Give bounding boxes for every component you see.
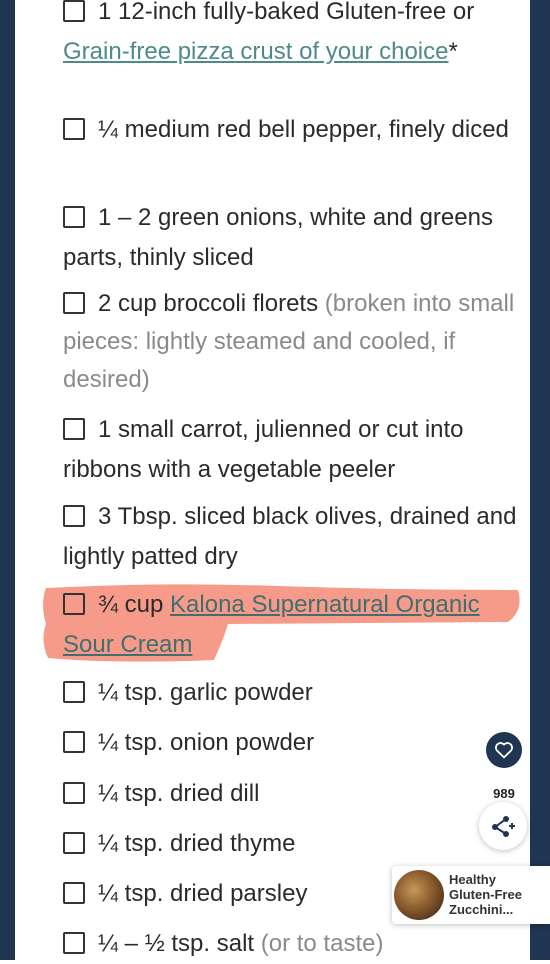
favorite-button[interactable] <box>486 732 522 768</box>
ingredient-text: ¾ cup <box>98 591 171 618</box>
share-button[interactable] <box>479 802 527 850</box>
related-post-card[interactable]: Healthy Gluten-Free Zucchini... <box>392 866 550 924</box>
ingredient-text: 3 Tbsp. sliced black olives, drained and… <box>63 503 517 570</box>
ingredient-item: ¼ tsp. garlic powder <box>63 673 518 713</box>
ingredient-checkbox[interactable] <box>63 292 85 314</box>
ingredient-checkbox[interactable] <box>63 832 85 854</box>
ingredient-text: ¼ tsp. garlic powder <box>98 679 313 706</box>
ingredient-text: ¼ tsp. onion powder <box>98 729 315 756</box>
ingredient-checkbox[interactable] <box>63 418 85 440</box>
ingredient-checkbox[interactable] <box>63 505 85 527</box>
left-border <box>0 0 15 960</box>
ingredient-text: 1 12-inch fully-baked Gluten-free or <box>98 0 475 25</box>
related-post-title: Healthy Gluten-Free Zucchini... <box>449 872 522 917</box>
ingredient-item: 2 cup broccoli florets (broken into smal… <box>63 285 518 399</box>
ingredient-checkbox[interactable] <box>63 0 85 22</box>
heart-icon <box>495 742 513 759</box>
ingredient-item: ¼ medium red bell pepper, finely diced <box>63 110 518 150</box>
ingredient-text: ¼ tsp. dried parsley <box>98 880 308 907</box>
share-count: 989 <box>493 786 515 801</box>
ingredient-text: 1 – 2 green onions, white and greens par… <box>63 204 493 271</box>
ingredient-item: ¼ tsp. dried dill <box>63 774 518 814</box>
ingredient-checkbox[interactable] <box>63 681 85 703</box>
ingredient-checkbox[interactable] <box>63 782 85 804</box>
ingredient-item: ¼ tsp. dried thyme <box>63 824 518 864</box>
ingredient-note: (or to taste) <box>260 930 384 957</box>
ingredient-text: 1 small carrot, julienned or cut into ri… <box>63 416 464 483</box>
ingredient-checkbox[interactable] <box>63 932 85 954</box>
ingredient-checkbox[interactable] <box>63 882 85 904</box>
ingredient-checkbox[interactable] <box>63 731 85 753</box>
ingredient-text: ¼ – ½ tsp. salt <box>98 930 261 957</box>
ingredient-item: 3 Tbsp. sliced black olives, drained and… <box>63 497 518 577</box>
ingredient-checkbox[interactable] <box>63 118 85 140</box>
ingredient-item: ¼ tsp. onion powder <box>63 723 518 763</box>
ingredient-item: 1 – 2 green onions, white and greens par… <box>63 198 518 278</box>
ingredient-text: 2 cup broccoli florets <box>98 290 325 317</box>
share-icon <box>492 816 515 837</box>
ingredient-link[interactable]: Grain-free pizza crust of your choice <box>63 38 449 65</box>
ingredient-text: ¼ tsp. dried dill <box>98 780 260 807</box>
ingredient-text: ¼ medium red bell pepper, finely diced <box>98 116 509 143</box>
related-post-thumbnail <box>394 870 444 920</box>
ingredient-item: ¾ cup Kalona Supernatural Organic Sour C… <box>63 585 518 665</box>
right-border <box>530 0 550 960</box>
ingredient-text: ¼ tsp. dried thyme <box>98 830 296 857</box>
ingredient-checkbox[interactable] <box>63 206 85 228</box>
ingredient-suffix: * <box>448 38 458 65</box>
ingredient-item: 1 12-inch fully-baked Gluten-free or Gra… <box>63 0 518 72</box>
ingredient-item: 1 small carrot, julienned or cut into ri… <box>63 410 518 490</box>
ingredient-checkbox[interactable] <box>63 593 85 615</box>
ingredient-item: ¼ – ½ tsp. salt (or to taste) <box>63 924 518 964</box>
